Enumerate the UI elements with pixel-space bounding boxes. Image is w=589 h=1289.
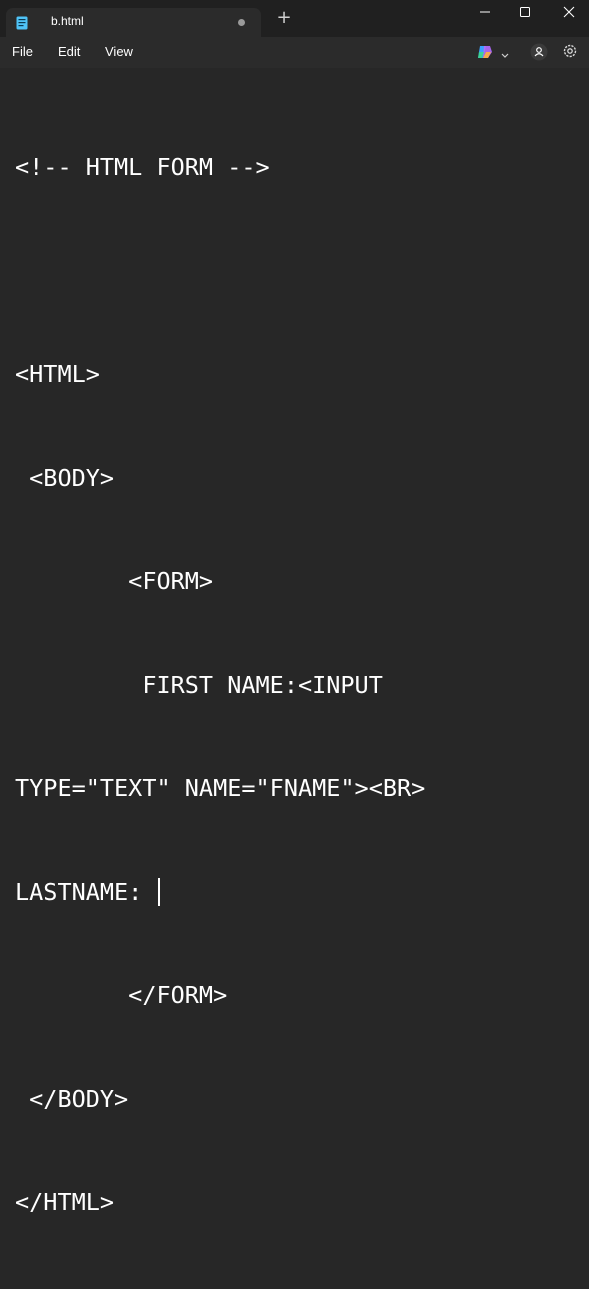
tab-title: b.html — [51, 14, 84, 28]
title-bar: b.html + — [0, 0, 589, 37]
chevron-down-icon[interactable] — [500, 46, 510, 58]
code-line-4: <BODY> — [15, 463, 115, 492]
maximize-icon[interactable] — [517, 4, 533, 20]
code-line-7: TYPE="TEXT" NAME="FNAME"><BR> — [15, 774, 426, 802]
code-line-8-text: LASTNAME: — [15, 877, 157, 906]
code-line-1: <!-- HTML FORM --> — [15, 153, 270, 181]
gear-icon[interactable] — [561, 42, 579, 60]
account-icon[interactable] — [530, 43, 548, 61]
copilot-icon[interactable] — [476, 43, 494, 61]
code-line-8: LASTNAME: — [15, 875, 585, 910]
code-line-11: </HTML> — [15, 1188, 115, 1216]
code-line-9: </FORM> — [15, 981, 228, 1009]
unsaved-dot-icon[interactable] — [238, 19, 245, 26]
code-line-6: FIRST NAME:<INPUT — [15, 670, 383, 699]
text-editor[interactable]: <!-- HTML FORM --> <HTML> <BODY> <FORM> … — [0, 68, 589, 1216]
menu-bar: File Edit View — [0, 37, 589, 68]
new-tab-button[interactable]: + — [276, 9, 292, 27]
code-line-3: <HTML> — [15, 360, 100, 388]
code-line-5: <FORM> — [15, 567, 214, 595]
tab-b-html[interactable]: b.html — [6, 8, 261, 37]
code-line-10: </BODY> — [15, 1084, 129, 1113]
menu-file[interactable]: File — [12, 44, 33, 59]
minimize-icon[interactable] — [477, 4, 493, 20]
menu-edit[interactable]: Edit — [58, 44, 80, 59]
notepad-icon — [16, 15, 28, 30]
close-icon[interactable] — [561, 4, 577, 20]
text-caret — [158, 877, 160, 906]
code-content[interactable]: <!-- HTML FORM --> <HTML> <BODY> <FORM> … — [15, 81, 585, 1289]
menu-view[interactable]: View — [105, 44, 133, 59]
